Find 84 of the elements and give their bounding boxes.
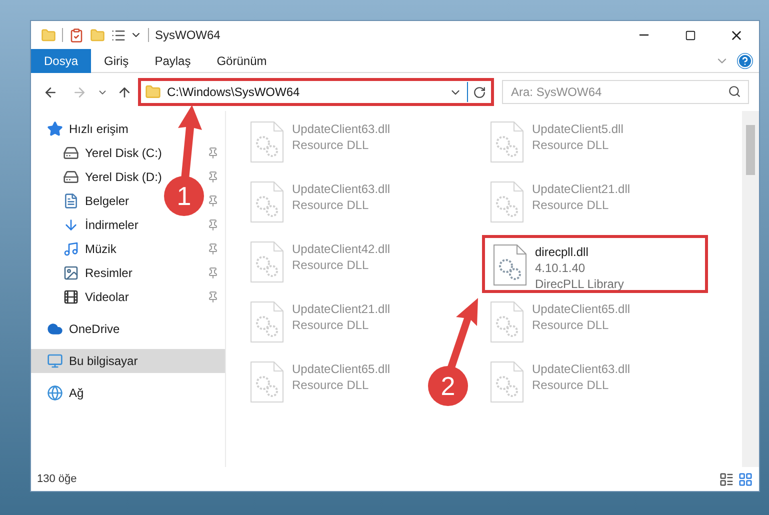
pointer-arrow: [447, 298, 479, 368]
pin-icon[interactable]: [207, 291, 219, 303]
file-name: direcpll.dll: [535, 244, 590, 260]
sidebar-item[interactable]: Hızlı erişim: [69, 120, 128, 138]
file-gear-icon: [250, 181, 284, 223]
sidebar-item[interactable]: Bu bilgisayar: [31, 349, 225, 373]
pin-icon[interactable]: [207, 243, 219, 255]
music-note-icon: [63, 241, 79, 257]
address-bar[interactable]: C:\Windows\SysWOW64: [138, 78, 494, 106]
file-gear-icon: [250, 301, 284, 343]
file-description: DirecPLL Library: [535, 276, 624, 292]
file-description: Resource DLL: [532, 317, 610, 333]
details-view-icon[interactable]: [719, 472, 734, 486]
file-name: UpdateClient63.dll: [292, 121, 390, 137]
file-name: UpdateClient63.dll: [532, 361, 630, 377]
file-version: 4.10.1.40: [535, 260, 586, 276]
maximize-icon: [684, 30, 696, 40]
drive-icon: [63, 169, 79, 185]
folder-icon: [145, 84, 161, 100]
checklist-icon[interactable]: [69, 28, 84, 42]
drive-icon: [63, 145, 79, 161]
ribbon-tab[interactable]: Görünüm: [204, 48, 280, 72]
search-field[interactable]: Ara: SysWOW64: [502, 80, 749, 104]
window-title: SysWOW64: [155, 27, 220, 44]
vertical-scrollbar[interactable]: [742, 111, 759, 467]
pin-icon[interactable]: [207, 171, 219, 183]
folder-icon[interactable]: [90, 28, 105, 42]
file-description: Resource DLL: [292, 197, 370, 213]
globe-icon: [47, 385, 63, 401]
file-name: UpdateClient65.dll: [292, 361, 390, 377]
refresh-icon[interactable]: [473, 86, 486, 98]
sidebar-item[interactable]: OneDrive: [69, 320, 120, 338]
picture-icon: [63, 265, 79, 281]
search-icon: [728, 85, 741, 98]
sidebar-item[interactable]: İndirmeler: [85, 216, 138, 234]
film-icon: [63, 289, 79, 305]
file-gear-icon: [490, 181, 524, 223]
sidebar-item[interactable]: Müzik: [85, 240, 116, 258]
file-gear-icon: [250, 361, 284, 403]
document-icon: [63, 193, 79, 209]
file-gear-icon: [490, 121, 524, 163]
item-count: 130 öğe: [37, 472, 77, 487]
file-description: Resource DLL: [532, 137, 610, 153]
pin-icon[interactable]: [207, 147, 219, 159]
file-gear-icon: [490, 361, 524, 403]
sidebar-item[interactable]: Belgeler: [85, 192, 130, 210]
sidebar-item[interactable]: Yerel Disk (C:): [85, 144, 162, 162]
ribbon-tab[interactable]: Paylaş: [142, 48, 204, 72]
file-gear-icon: [490, 301, 524, 343]
file-name: UpdateClient21.dll: [292, 301, 390, 317]
address-path: C:\Windows\SysWOW64: [167, 84, 301, 101]
large-icons-view-icon[interactable]: [738, 472, 753, 486]
sidebar-item[interactable]: Ağ: [69, 384, 84, 402]
file-item[interactable]: direcpll.dll 4.10.1.40 DirecPLL Library: [482, 235, 708, 293]
file-name: UpdateClient5.dll: [532, 121, 624, 137]
star-icon: [47, 121, 63, 137]
forward-arrow-icon[interactable]: [72, 84, 87, 100]
cloud-icon: [47, 321, 63, 337]
file-name: UpdateClient63.dll: [292, 181, 390, 197]
file-gear-icon: [493, 244, 527, 286]
file-gear-icon: [250, 241, 284, 283]
file-name: UpdateClient42.dll: [292, 241, 390, 257]
file-description: Resource DLL: [532, 197, 610, 213]
file-gear-icon: [250, 121, 284, 163]
help-icon[interactable]: [737, 52, 753, 68]
pin-icon[interactable]: [207, 195, 219, 207]
scrollbar-thumb[interactable]: [746, 125, 755, 175]
file-description: Resource DLL: [292, 257, 370, 273]
pin-icon[interactable]: [207, 219, 219, 231]
file-description: Resource DLL: [292, 137, 370, 153]
properties-icon[interactable]: [111, 28, 126, 42]
file-name: UpdateClient21.dll: [532, 181, 630, 197]
sidebar-item[interactable]: Resimler: [85, 264, 132, 282]
file-menu-tab[interactable]: Dosya: [31, 48, 92, 72]
pin-icon[interactable]: [207, 267, 219, 279]
file-description: Resource DLL: [532, 377, 610, 393]
folder-icon[interactable]: [41, 28, 56, 42]
file-description: Resource DLL: [292, 377, 370, 393]
ribbon-tab[interactable]: Giriş: [91, 48, 142, 72]
file-name: UpdateClient65.dll: [532, 301, 630, 317]
sidebar-item[interactable]: Yerel Disk (D:): [85, 168, 162, 186]
monitor-icon: [47, 353, 63, 369]
file-description: Resource DLL: [292, 317, 370, 333]
sidebar-item[interactable]: Videolar: [85, 288, 129, 306]
